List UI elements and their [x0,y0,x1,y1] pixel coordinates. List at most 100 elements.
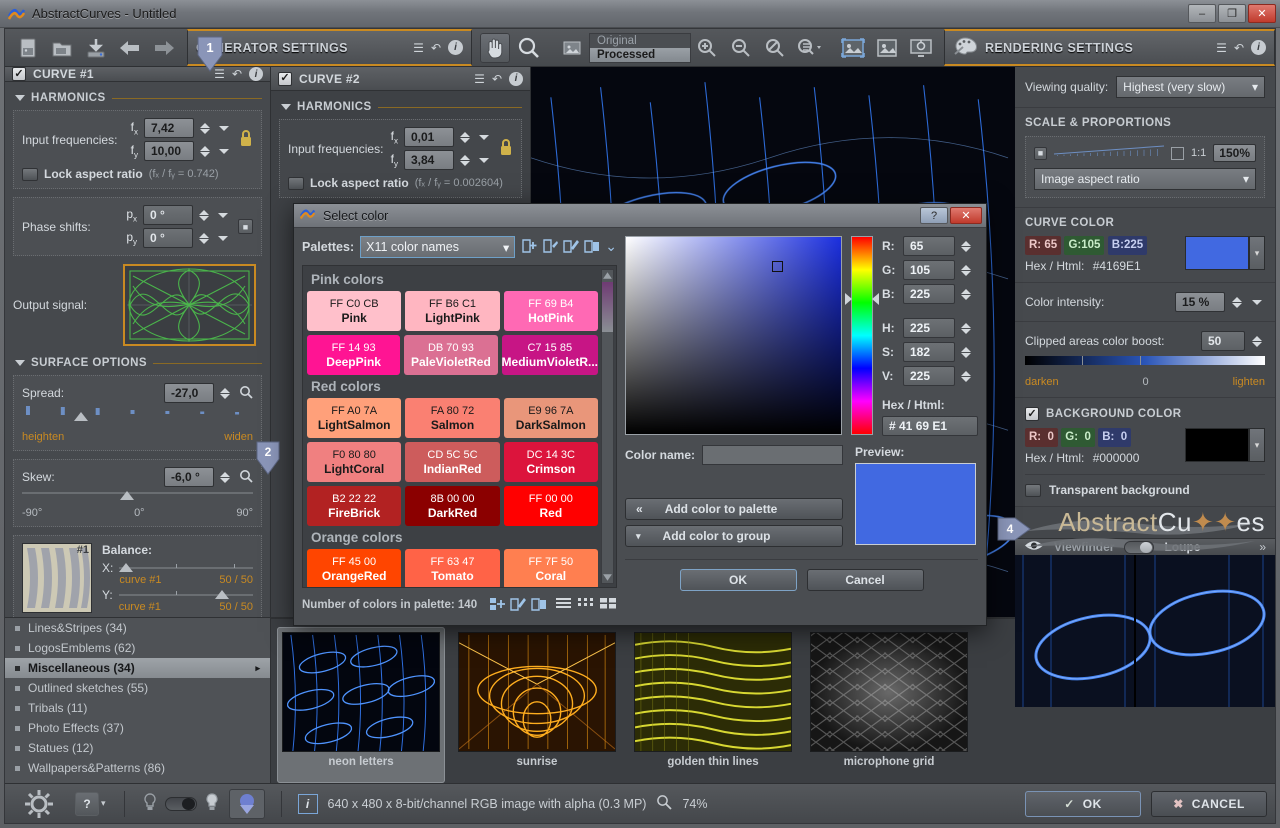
zoom-out-icon[interactable] [727,33,757,63]
fullscreen-image-icon[interactable] [872,33,902,63]
curve-color-dropdown[interactable]: ▾ [1249,236,1265,270]
collapse-triangle-icon[interactable] [15,360,25,366]
color-swatch[interactable]: CD 5C 5CIndianRed [405,442,499,482]
dialog-ok-button[interactable]: OK [680,569,797,591]
channel-spinner[interactable] [961,323,974,334]
palette-scrollbar[interactable] [601,269,614,584]
preset-thumbnail[interactable]: sunrise [453,627,621,783]
fx-dropdown[interactable] [219,126,232,131]
open-image-icon[interactable] [47,33,77,63]
zoom-in-icon[interactable] [693,33,723,63]
gallery-item[interactable]: Statues (12) [5,738,270,758]
screen-preview-icon[interactable] [906,33,936,63]
px-spinner[interactable] [199,210,212,221]
curve2-enable-checkbox[interactable]: ✓ [278,72,292,86]
reset-icon[interactable]: ↶ [1234,41,1244,55]
hue-slider[interactable] [851,236,873,435]
preset-thumbnail[interactable]: microphone grid [805,627,973,783]
color-intensity-spinner[interactable] [1232,297,1245,308]
color-swatch[interactable]: DC 14 3CCrimson [504,442,598,482]
small-grid-view-icon[interactable] [578,597,593,613]
undo-icon[interactable] [115,33,145,63]
view-mode-processed[interactable]: Processed [590,48,690,62]
color-swatch[interactable]: FF 00 00Red [504,486,598,526]
scale-reset-button[interactable]: ■ [1034,147,1047,160]
lamp-toggle-switch[interactable] [165,797,197,811]
sv-cursor[interactable] [772,261,783,272]
color-swatch[interactable]: 8B 00 00DarkRed [405,486,499,526]
add-color-to-palette-button[interactable]: « Add color to palette [625,498,843,520]
viewing-quality-select[interactable]: Highest (very slow) ▾ [1116,76,1265,98]
fx-spinner[interactable] [200,123,213,134]
saturation-value-area[interactable] [625,236,842,435]
transparent-background-checkbox[interactable] [1025,484,1041,497]
menu-icon[interactable]: ☰ [1216,41,1227,55]
info-icon[interactable]: i [249,67,263,81]
scale-lock-checkbox[interactable] [1171,147,1184,160]
zoom-menu-icon[interactable] [795,33,825,63]
fx-dropdown[interactable] [479,135,492,140]
skew-magnifier-icon[interactable] [239,469,253,486]
color-swatch[interactable]: FF 63 47Tomato [405,549,499,587]
dialog-close-button[interactable]: ✕ [950,207,982,224]
reset-icon[interactable]: ↶ [492,72,502,86]
palette-swatches[interactable]: Pink colorsFF C0 CBPinkFF B6 C1LightPink… [302,265,617,588]
channel-spinner[interactable] [961,289,974,300]
preset-thumbnail[interactable]: golden thin lines [629,627,797,783]
color-swatch[interactable]: FA 80 72Salmon [405,398,499,438]
color-swatch[interactable]: FF 69 B4HotPink [504,291,598,331]
gallery-item[interactable]: Wallpapers&Patterns (86) [5,758,270,778]
view-mode-original[interactable]: Original [590,34,690,48]
hex-input[interactable]: # 41 69 E1 [882,416,978,436]
color-swatch[interactable]: FF 14 93DeepPink [307,335,400,375]
background-color-swatch[interactable] [1185,428,1249,462]
channel-input[interactable]: 225 [903,284,955,304]
background-color-checkbox[interactable]: ✓ [1025,407,1039,421]
lock-aspect-ratio-checkbox[interactable] [288,177,304,190]
channel-input[interactable]: 65 [903,236,955,256]
color-swatch[interactable]: FF 7F 50Coral [504,549,598,587]
spread-input[interactable]: -27,0 [164,383,214,403]
zoom-tool-icon[interactable] [514,33,544,63]
scale-value[interactable]: 150% [1213,144,1256,162]
info-icon[interactable]: i [448,40,463,55]
color-swatch[interactable]: DB 70 93PaleVioletRed [404,335,497,375]
harmonics-section-title[interactable]: HARMONICS [15,92,262,104]
lock-icon[interactable] [499,137,513,160]
channel-spinner[interactable] [961,241,974,252]
py-spinner[interactable] [199,233,212,244]
gallery-item[interactable]: Outlined sketches (55) [5,678,270,698]
channel-input[interactable]: 225 [903,366,955,386]
info-icon[interactable]: i [1251,40,1266,55]
background-color-dropdown[interactable]: ▾ [1249,428,1265,462]
menu-icon[interactable]: ☰ [474,72,485,86]
save-image-icon[interactable] [81,33,111,63]
color-swatch[interactable]: E9 96 7ADarkSalmon [504,398,598,438]
spread-slider-knob[interactable] [74,412,88,421]
dialog-help-button[interactable]: ? [920,207,948,224]
new-image-icon[interactable] [13,33,43,63]
skew-input[interactable]: -6,0 ° [164,467,214,487]
phase-center-button[interactable]: ■ [238,219,253,234]
chevron-down-icon[interactable]: ▾ [503,240,509,255]
output-signal-preview[interactable] [123,264,256,346]
lock-icon[interactable] [239,128,253,151]
channel-input[interactable]: 105 [903,260,955,280]
fit-image-icon[interactable] [838,33,868,63]
loupe-preview[interactable] [1015,555,1275,707]
large-grid-view-icon[interactable] [600,597,617,613]
color-swatch[interactable]: FF A0 7ALightSalmon [307,398,401,438]
list-view-icon[interactable] [556,597,571,613]
ok-button[interactable]: ✓ OK [1025,791,1141,817]
menu-icon[interactable]: ☰ [413,41,424,55]
curve1-enable-checkbox[interactable]: ✓ [12,67,26,81]
fy-input[interactable]: 3,84 [404,150,454,170]
balance-x-knob[interactable] [119,563,133,572]
settings-gear-icon[interactable] [13,789,65,819]
info-icon[interactable]: i [298,794,318,814]
gallery-item[interactable]: Miscellaneous (34)▸ [5,658,270,678]
gallery-item[interactable]: LogosEmblems (62) [5,638,270,658]
px-input[interactable]: 0 ° [143,205,193,225]
color-swatch[interactable]: FF B6 C1LightPink [405,291,499,331]
spread-magnifier-icon[interactable] [239,385,253,402]
